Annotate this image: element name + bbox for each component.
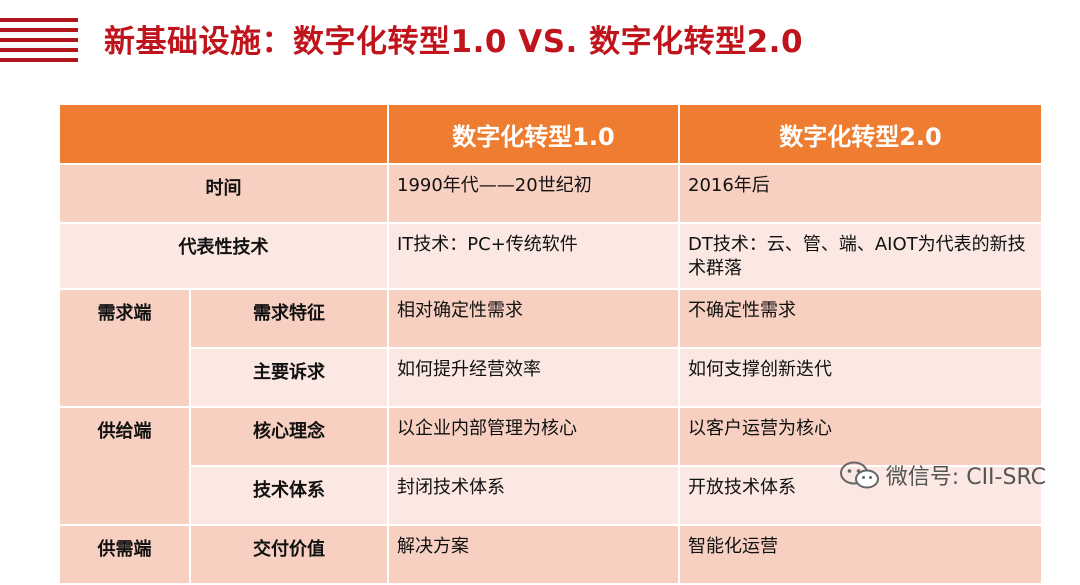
- cell-v1: 封闭技术体系: [387, 465, 680, 526]
- cell-v2: DT技术：云、管、端、AIOT为代表的新技术群落: [678, 222, 1043, 290]
- table-row: 主要诉求 如何提升经营效率 如何支撑创新迭代: [59, 347, 1043, 408]
- group-label: 需求端: [58, 288, 191, 408]
- table-row: 时间 1990年代——20世纪初 2016年后: [58, 163, 1043, 224]
- group-label: 供给端: [58, 406, 191, 526]
- row-label: 交付价值: [189, 524, 389, 585]
- wechat-watermark: 微信号: CII-SRC: [838, 459, 1046, 491]
- cell-v2: 智能化运营: [678, 524, 1043, 585]
- cell-v2: 2016年后: [678, 163, 1043, 224]
- table-row: 需求端 需求特征 相对确定性需求 不确定性需求: [58, 288, 1043, 408]
- slide-title: 新基础设施：数字化转型1.0 VS. 数字化转型2.0: [104, 24, 804, 60]
- row-label: 核心理念: [189, 406, 389, 467]
- cell-v1: IT技术：PC+传统软件: [387, 222, 680, 290]
- cell-v2: 以客户运营为核心: [678, 406, 1043, 467]
- header-2-0: 数字化转型2.0: [678, 103, 1043, 165]
- cell-v1: 如何提升经营效率: [387, 347, 680, 408]
- cell-v1: 1990年代——20世纪初: [387, 163, 680, 224]
- table-header-row: 数字化转型1.0 数字化转型2.0: [58, 103, 1043, 165]
- header-corner-cell: [58, 103, 389, 165]
- cell-v2: 如何支撑创新迭代: [678, 347, 1043, 408]
- cell-v2: 不确定性需求: [678, 288, 1043, 349]
- table-row: 代表性技术 IT技术：PC+传统软件 DT技术：云、管、端、AIOT为代表的新技…: [58, 222, 1043, 290]
- row-label: 主要诉求: [189, 347, 389, 408]
- row-label: 技术体系: [189, 465, 389, 526]
- cell-v1: 解决方案: [387, 524, 680, 585]
- row-label: 需求特征: [189, 288, 389, 349]
- table-row: 供给端 核心理念 以企业内部管理为核心 以客户运营为核心: [58, 406, 1043, 526]
- cell-v1: 相对确定性需求: [387, 288, 680, 349]
- comparison-table: 数字化转型1.0 数字化转型2.0 时间 1990年代——20世纪初 2016年…: [58, 103, 1043, 585]
- group-label: 供需端: [58, 524, 191, 585]
- cell-v1: 以企业内部管理为核心: [387, 406, 680, 467]
- header-1-0: 数字化转型1.0: [387, 103, 680, 165]
- wechat-icon: [839, 461, 879, 489]
- row-label: 代表性技术: [58, 222, 389, 290]
- title-stripes-decoration: [0, 18, 78, 64]
- watermark-text: 微信号: CII-SRC: [885, 465, 1046, 490]
- row-label: 时间: [58, 163, 389, 224]
- table-row: 供需端 交付价值 解决方案 智能化运营: [58, 524, 1043, 585]
